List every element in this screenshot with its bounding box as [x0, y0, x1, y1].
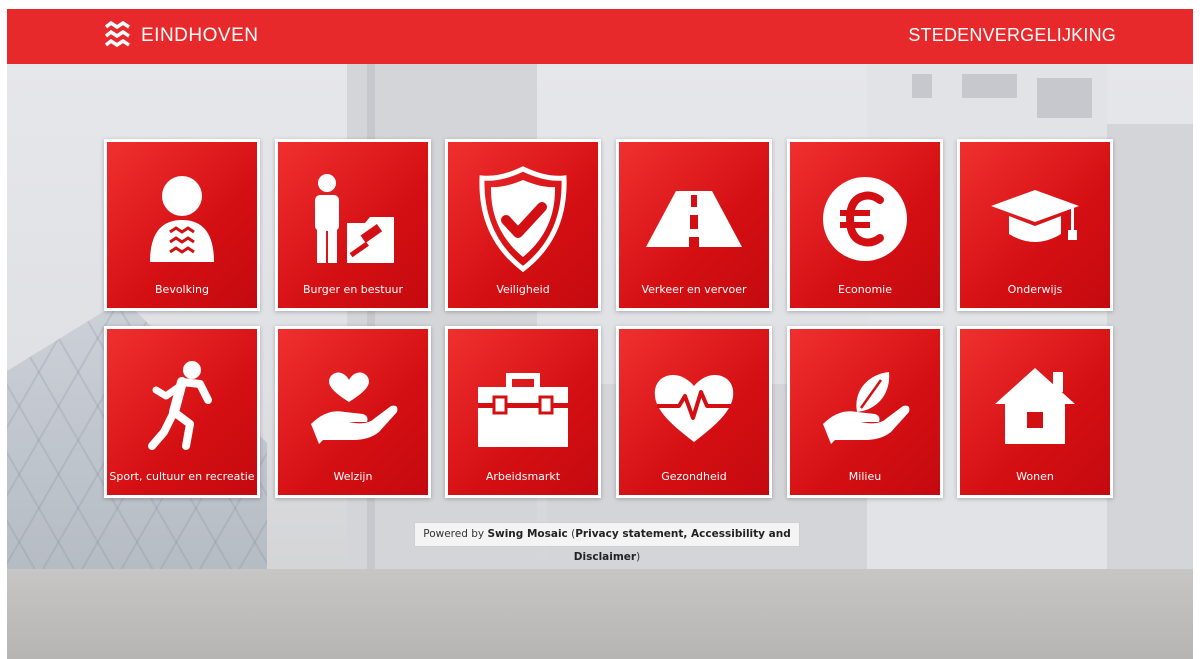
tile-label: Sport, cultuur en recreatie [109, 470, 255, 483]
toolbox-icon [478, 373, 568, 447]
page-title: STEDENVERGELIJKING [908, 25, 1116, 45]
logo-text: EINDHOVEN [141, 25, 259, 46]
tile-label: Arbeidsmarkt [485, 470, 561, 483]
person-gavel-icon [315, 174, 394, 263]
tile-label: Veiligheid [496, 283, 550, 296]
hand-heart-icon [311, 372, 398, 444]
tile-label: Gezondheid [661, 470, 727, 483]
tile-economie[interactable]: Economie [787, 139, 943, 311]
tile-sport-cultuur-en-recreatie[interactable]: Sport, cultuur en recreatie [104, 326, 260, 498]
eindhoven-logo-icon [104, 21, 130, 48]
tile-verkeer-en-vervoer[interactable]: Verkeer en vervoer [616, 139, 772, 311]
tile-arbeidsmarkt[interactable]: Arbeidsmarkt [445, 326, 601, 498]
header-bar: EINDHOVEN STEDENVERGELIJKING [7, 9, 1193, 64]
person-icon [150, 176, 214, 262]
tile-burger-en-bestuur[interactable]: Burger en bestuur [275, 139, 431, 311]
graduation-cap-icon [991, 190, 1079, 242]
house-icon [995, 368, 1075, 444]
shield-check-icon [479, 166, 567, 272]
eindhoven-logo[interactable]: EINDHOVEN [104, 21, 258, 51]
swing-mosaic-link[interactable]: Swing Mosaic [487, 528, 567, 540]
tile-label: Wonen [1016, 470, 1054, 483]
tile-wonen[interactable]: Wonen [957, 326, 1113, 498]
tile-veiligheid[interactable]: Veiligheid [445, 139, 601, 311]
hand-leaf-icon [823, 372, 910, 444]
heart-pulse-icon [654, 374, 734, 442]
powered-by-prefix: Powered by [423, 528, 488, 540]
tile-gezondheid[interactable]: Gezondheid [616, 326, 772, 498]
tile-label: Bevolking [155, 283, 209, 296]
tile-label: Onderwijs [1007, 283, 1063, 296]
tile-onderwijs[interactable]: Onderwijs [957, 139, 1113, 311]
tile-label: Burger en bestuur [302, 283, 404, 296]
tile-label: Milieu [848, 470, 882, 483]
tile-bevolking[interactable]: Bevolking [104, 139, 260, 311]
runner-icon [148, 361, 212, 450]
tile-label: Welzijn [333, 470, 373, 483]
paren-close: ) [636, 551, 641, 563]
powered-by-footer: Powered by Swing Mosaic (Privacy stateme… [414, 522, 800, 563]
tile-milieu[interactable]: Milieu [787, 326, 943, 498]
tile-label: Verkeer en vervoer [641, 283, 747, 296]
euro-icon [823, 177, 907, 261]
tile-label: Economie [838, 283, 892, 296]
tile-welzijn[interactable]: Welzijn [275, 326, 431, 498]
road-icon [646, 191, 742, 247]
